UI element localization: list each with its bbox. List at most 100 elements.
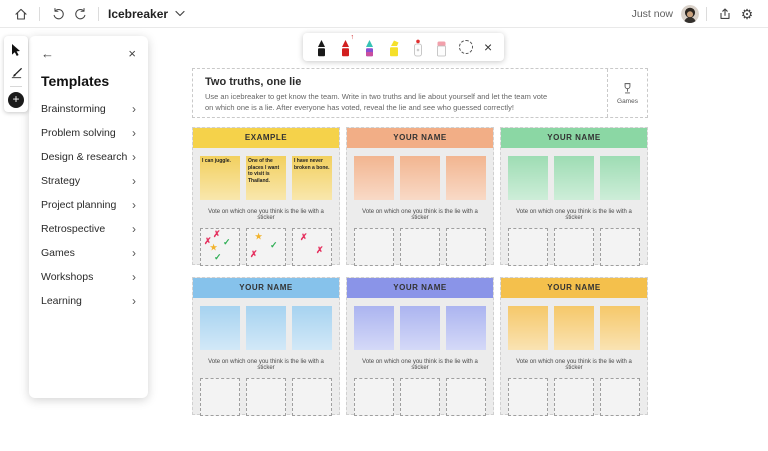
item-label: Brainstorming [41, 103, 106, 115]
vote-box[interactable] [600, 378, 640, 416]
redo-icon [74, 7, 87, 20]
card-header[interactable]: YOUR NAME [347, 128, 493, 148]
red-pen-button[interactable]: ↑ [339, 37, 352, 57]
add-content-button[interactable]: + [8, 92, 24, 108]
back-arrow-icon[interactable]: ← [41, 46, 54, 61]
vote-box[interactable] [446, 228, 486, 266]
star-sticker-icon[interactable]: ★ [210, 244, 217, 252]
redo-button[interactable] [69, 3, 91, 25]
galaxy-pen-button[interactable] [363, 37, 376, 57]
trophy-icon [621, 82, 634, 95]
sticky-note[interactable] [246, 306, 286, 350]
sticky-note[interactable] [292, 306, 332, 350]
chevron-right-icon: › [132, 174, 136, 188]
vote-box[interactable] [200, 378, 240, 416]
sidebar-item-design-research[interactable]: Design & research › [41, 145, 136, 169]
sticky-note[interactable] [508, 156, 548, 200]
avatar[interactable] [681, 5, 699, 23]
settings-button[interactable]: ⚙ [736, 3, 758, 25]
vote-box[interactable] [554, 228, 594, 266]
vote-caption: Vote on which one you think is the lie w… [508, 359, 640, 371]
sticky-note[interactable] [354, 156, 394, 200]
home-icon [14, 7, 28, 21]
laser-pointer-button[interactable] [412, 37, 424, 57]
check-sticker-icon[interactable]: ✓ [223, 238, 231, 247]
template-header-card: Two truths, one lie Use an icebreaker to… [192, 68, 648, 118]
sticky-note[interactable] [400, 156, 440, 200]
black-pen-icon [315, 39, 328, 57]
sticky-note[interactable] [446, 156, 486, 200]
vote-box[interactable] [600, 228, 640, 266]
sticky-note[interactable] [554, 156, 594, 200]
sidebar-item-workshops[interactable]: Workshops› [41, 265, 136, 289]
check-sticker-icon[interactable]: ✓ [270, 241, 278, 250]
check-sticker-icon[interactable]: ✓ [214, 253, 222, 262]
item-label: Design & research [41, 151, 127, 163]
vote-box[interactable] [400, 378, 440, 416]
sticky-note[interactable]: I have never broken a bone. [292, 156, 332, 200]
sticky-note[interactable] [554, 306, 594, 350]
sidebar-item-project-planning[interactable]: Project planning› [41, 193, 136, 217]
sidebar-item-problem-solving[interactable]: Problem solving› [41, 121, 136, 145]
cross-sticker-icon[interactable]: ✗ [213, 230, 221, 239]
sticky-note[interactable] [508, 306, 548, 350]
sidebar-item-learning[interactable]: Learning› [41, 289, 136, 313]
home-button[interactable] [10, 3, 32, 25]
chevron-right-icon: › [132, 150, 136, 164]
vote-box[interactable] [400, 228, 440, 266]
highlighter-icon [387, 39, 401, 57]
card-header[interactable]: YOUR NAME [501, 278, 647, 298]
vote-box[interactable]: ✗ ✗ [292, 228, 332, 266]
vote-box[interactable] [508, 228, 548, 266]
vote-box[interactable]: ✗ ✗ ✓ ★ ✓ [200, 228, 240, 266]
item-label: Games [41, 247, 75, 259]
sidebar-item-games[interactable]: Games› [41, 241, 136, 265]
vote-box[interactable] [508, 378, 548, 416]
card-your-name: YOUR NAME Vote on which one you think is… [500, 277, 648, 415]
title-dropdown[interactable] [172, 3, 188, 25]
sticky-note[interactable] [354, 306, 394, 350]
black-pen-button[interactable] [315, 37, 328, 57]
lasso-select-button[interactable] [459, 40, 473, 54]
card-header[interactable]: YOUR NAME [347, 278, 493, 298]
sticky-note[interactable]: I can juggle. [200, 156, 240, 200]
sidebar-item-brainstorming[interactable]: Brainstorming› [41, 97, 136, 121]
vote-box[interactable] [246, 378, 286, 416]
cross-sticker-icon[interactable]: ✗ [316, 246, 324, 255]
vote-box[interactable] [446, 378, 486, 416]
divider [39, 7, 40, 21]
pen-tool-button[interactable] [7, 63, 25, 81]
eraser-button[interactable] [435, 37, 448, 57]
vote-box[interactable] [292, 378, 332, 416]
cross-sticker-icon[interactable]: ✗ [250, 250, 258, 259]
close-pen-toolbar-icon[interactable]: × [484, 40, 492, 54]
sticky-note[interactable] [200, 306, 240, 350]
card-header[interactable]: YOUR NAME [501, 128, 647, 148]
galaxy-pen-icon [363, 39, 376, 57]
highlighter-button[interactable] [387, 37, 401, 57]
document-title[interactable]: Icebreaker [108, 7, 168, 21]
cross-sticker-icon[interactable]: ✗ [300, 233, 308, 242]
templates-panel: ← × Templates Brainstorming› Problem sol… [29, 36, 148, 398]
share-button[interactable] [714, 3, 736, 25]
sticky-note[interactable] [600, 156, 640, 200]
vote-caption: Vote on which one you think is the lie w… [508, 209, 640, 221]
sticky-note[interactable] [400, 306, 440, 350]
vote-box[interactable]: ★ ✓ ✗ [246, 228, 286, 266]
sidebar-item-strategy[interactable]: Strategy› [41, 169, 136, 193]
vote-box[interactable] [554, 378, 594, 416]
card-header[interactable]: YOUR NAME [193, 278, 339, 298]
sticky-note[interactable] [600, 306, 640, 350]
card-your-name: YOUR NAME Vote on which one you think is… [346, 277, 494, 415]
select-tool-button[interactable] [7, 40, 25, 58]
sticky-note[interactable] [446, 306, 486, 350]
undo-button[interactable] [47, 3, 69, 25]
vote-box[interactable] [354, 378, 394, 416]
sticky-note[interactable]: One of the places I want to visit is Tha… [246, 156, 286, 200]
vote-box[interactable] [354, 228, 394, 266]
card-header[interactable]: EXAMPLE [193, 128, 339, 148]
card-example: EXAMPLE I can juggle. One of the places … [192, 127, 340, 265]
close-icon[interactable]: × [128, 46, 136, 61]
sidebar-item-retrospective[interactable]: Retrospective› [41, 217, 136, 241]
star-sticker-icon[interactable]: ★ [255, 233, 262, 241]
